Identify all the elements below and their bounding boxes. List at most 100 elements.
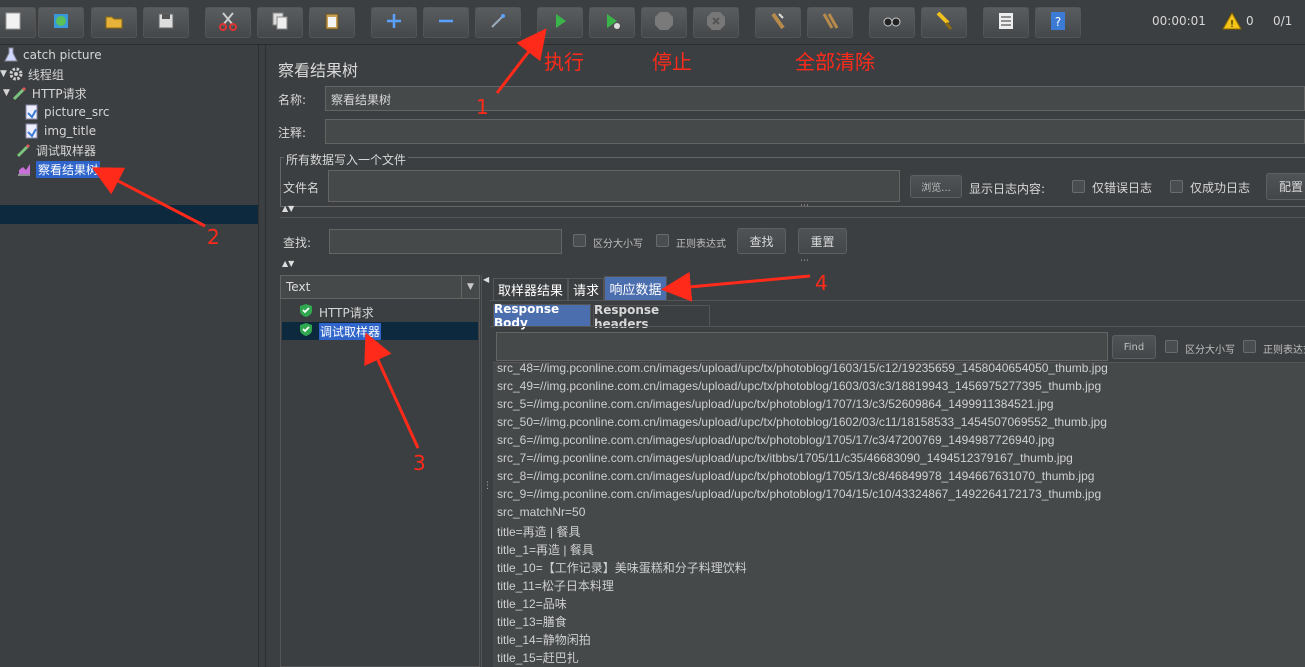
expand-arrow-icon[interactable]: ▼ bbox=[3, 88, 10, 98]
response-line: src_8=//img.pconline.com.cn/images/uploa… bbox=[497, 469, 1095, 483]
start-no-pause-button[interactable] bbox=[589, 7, 635, 38]
annotation-stop: 停止 bbox=[652, 50, 692, 74]
vertical-splitter[interactable] bbox=[258, 45, 266, 667]
collapse-button[interactable] bbox=[423, 7, 469, 38]
result-item-debug-sampler[interactable]: 调试取样器 bbox=[299, 322, 382, 340]
elapsed-timer: 00:00:01 bbox=[1152, 14, 1206, 28]
search-icon bbox=[881, 10, 903, 35]
horizontal-splitter[interactable]: ▲▼ ⋯ bbox=[280, 201, 1305, 215]
response-line: title_12=品味 bbox=[497, 597, 567, 611]
response-case-checkbox[interactable] bbox=[1165, 340, 1178, 353]
cut-button[interactable] bbox=[205, 7, 251, 38]
tree-item-debug-sampler[interactable]: 调试取样器 bbox=[16, 141, 96, 159]
templates-button[interactable] bbox=[38, 7, 84, 38]
help-icon: ? bbox=[1047, 10, 1069, 35]
stop-button[interactable] bbox=[641, 7, 687, 38]
find-button[interactable]: 查找 bbox=[737, 228, 786, 254]
comment-label: 注释: bbox=[278, 126, 307, 140]
new-button[interactable] bbox=[0, 7, 36, 38]
expand-icon bbox=[383, 10, 405, 35]
success-only-label: 仅成功日志 bbox=[1190, 181, 1251, 195]
browse-button[interactable]: 浏览... bbox=[910, 175, 962, 198]
result-splitter[interactable]: ◀ ⋮ bbox=[481, 275, 492, 667]
comment-field[interactable] bbox=[325, 119, 1305, 144]
search-label: 查找: bbox=[283, 236, 312, 250]
clear-all-button[interactable] bbox=[807, 7, 853, 38]
tab-request[interactable]: 请求 bbox=[568, 278, 604, 300]
toggle-button[interactable] bbox=[475, 7, 521, 38]
start-button[interactable] bbox=[537, 7, 583, 38]
response-line: title_13=膳食 bbox=[497, 615, 567, 629]
response-line: src_matchNr=50 bbox=[497, 505, 586, 519]
reset-search-icon bbox=[933, 10, 955, 35]
open-button[interactable] bbox=[91, 7, 137, 38]
expand-arrow-icon[interactable]: ▼ bbox=[0, 69, 7, 79]
tree-item-picture-src[interactable]: picture_src bbox=[24, 103, 109, 121]
start-icon bbox=[549, 10, 571, 35]
stop-icon bbox=[653, 10, 675, 35]
result-item-label: 调试取样器 bbox=[319, 322, 382, 340]
cut-icon bbox=[217, 10, 239, 35]
log-display-label: 显示日志内容: bbox=[969, 182, 1046, 196]
name-field[interactable]: 察看结果树 bbox=[325, 86, 1305, 111]
errors-only-checkbox[interactable] bbox=[1072, 180, 1085, 193]
case-sensitive-checkbox[interactable] bbox=[573, 234, 586, 247]
tab-sampler-result[interactable]: 取样器结果 bbox=[493, 278, 568, 300]
chevron-down-icon[interactable]: ▼ bbox=[461, 276, 479, 298]
paste-button[interactable] bbox=[309, 7, 355, 38]
result-item-http-request[interactable]: HTTP请求 bbox=[299, 303, 374, 321]
search-field[interactable] bbox=[329, 229, 562, 254]
file-group-title: 所有数据写入一个文件 bbox=[284, 151, 409, 168]
panel-title: 察看结果树 bbox=[278, 61, 359, 80]
response-line: title_1=再造 | 餐具 bbox=[497, 543, 594, 557]
expand-button[interactable] bbox=[371, 7, 417, 38]
tree-item-img-title[interactable]: img_title bbox=[24, 122, 96, 140]
regex-label: 正则表达式 bbox=[676, 239, 726, 250]
reset-search-button[interactable] bbox=[921, 7, 967, 38]
save-button[interactable] bbox=[143, 7, 189, 38]
reset-button[interactable]: 重置 bbox=[798, 228, 847, 254]
annotation-run: 执行 bbox=[544, 50, 584, 74]
response-line: src_50=//img.pconline.com.cn/images/uplo… bbox=[497, 415, 1107, 429]
success-shield-icon bbox=[299, 322, 313, 340]
shutdown-icon bbox=[705, 10, 727, 35]
renderer-select[interactable]: Text ▼ bbox=[280, 275, 480, 299]
clear-button[interactable] bbox=[755, 7, 801, 38]
new-icon bbox=[2, 10, 24, 35]
svg-text:!: ! bbox=[1230, 19, 1234, 30]
copy-button[interactable] bbox=[257, 7, 303, 38]
subtab-response-body[interactable]: Response Body bbox=[493, 302, 591, 330]
regex-checkbox[interactable] bbox=[656, 234, 669, 247]
tree-item-http-request[interactable]: ▼ HTTP请求 bbox=[3, 84, 87, 102]
tree-item-thread-group[interactable]: ▼ 线程组 bbox=[0, 65, 64, 83]
start-no-pause-icon bbox=[601, 10, 623, 35]
function-helper-button[interactable] bbox=[983, 7, 1029, 38]
tree-item-label: 调试取样器 bbox=[36, 143, 97, 158]
response-line: src_7=//img.pconline.com.cn/images/uploa… bbox=[497, 451, 1073, 465]
search-button[interactable] bbox=[869, 7, 915, 38]
warning-icon[interactable]: ! bbox=[1222, 11, 1242, 33]
flask-icon bbox=[3, 47, 19, 63]
name-label: 名称: bbox=[278, 93, 307, 107]
pipette-icon bbox=[16, 142, 32, 158]
annotation-number-3: 3 bbox=[413, 451, 426, 475]
response-line: title_14=静物闲拍 bbox=[497, 633, 591, 647]
tab-response-data[interactable]: 响应数据 bbox=[604, 276, 667, 300]
tree-item-view-results-tree[interactable]: 察看结果树 bbox=[16, 160, 101, 178]
configure-button[interactable]: 配置 bbox=[1266, 173, 1305, 200]
response-body-text[interactable]: src_48=//img.pconline.com.cn/images/uplo… bbox=[493, 362, 1305, 667]
tree-item-label: 察看结果树 bbox=[36, 160, 101, 178]
response-line: title_11=松子日本料理 bbox=[497, 579, 614, 593]
response-find-button[interactable]: Find bbox=[1112, 335, 1156, 359]
paste-icon bbox=[321, 10, 343, 35]
response-find-field[interactable] bbox=[496, 332, 1108, 361]
tree-item-test-plan[interactable]: catch picture bbox=[3, 46, 102, 64]
response-regex-checkbox[interactable] bbox=[1243, 340, 1256, 353]
horizontal-splitter[interactable]: ▲▼ ⋯ bbox=[280, 256, 1305, 270]
shutdown-button[interactable] bbox=[693, 7, 739, 38]
success-only-checkbox[interactable] bbox=[1170, 180, 1183, 193]
subtab-response-headers[interactable]: Response headers bbox=[593, 303, 710, 331]
templates-icon bbox=[50, 10, 72, 35]
help-button[interactable]: ? bbox=[1035, 7, 1081, 38]
filename-field[interactable] bbox=[328, 170, 900, 202]
